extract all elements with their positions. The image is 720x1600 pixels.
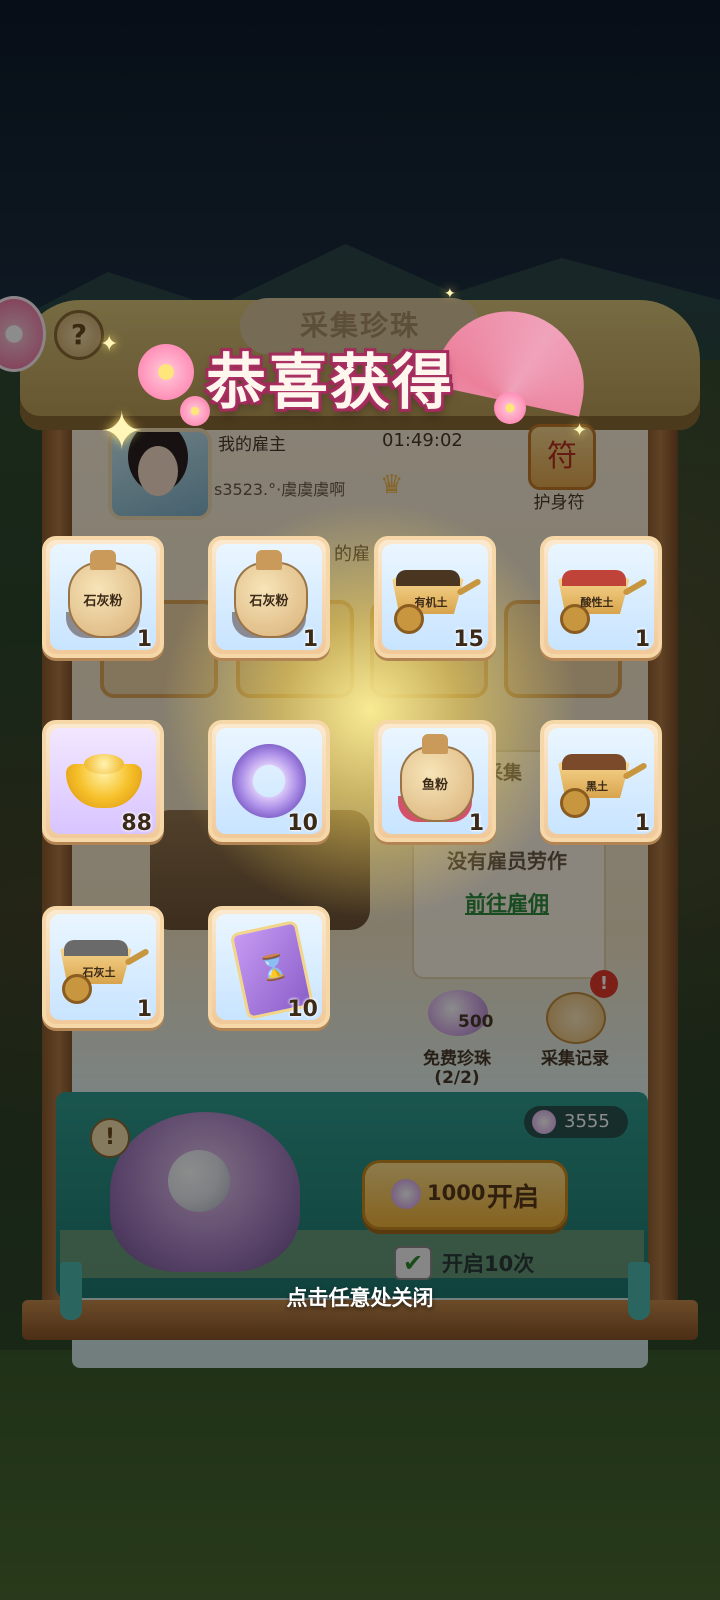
wheelbarrow-icon: 石灰土 [60,940,150,1004]
sparkle-icon: ✦ [100,402,144,462]
flower-icon [494,392,526,424]
reward-banner: 恭喜获得 [138,297,598,430]
reward-item-count: 1 [468,811,484,836]
wheelbarrow-icon: 有机土 [392,570,482,634]
reward-item-count: 1 [302,627,318,652]
reward-item-count: 88 [121,811,152,836]
flower-icon [138,344,194,400]
reward-item-label: 石灰粉 [83,594,123,609]
reward-item-label: 黑土 [586,780,608,793]
sack-icon-neck [256,550,282,570]
reward-item[interactable]: 石灰粉 1 [208,536,330,658]
reward-item-count: 1 [136,627,152,652]
reward-item-count: 10 [287,997,318,1022]
reward-item-count: 15 [453,627,484,652]
tap-to-close-hint[interactable]: 点击任意处关闭 [150,1282,570,1312]
reward-item-label: 石灰粉 [249,594,289,609]
wheelbarrow-icon: 酸性土 [558,570,648,634]
reward-item-label: 酸性土 [580,596,614,609]
wheelbarrow-icon: 黑土 [558,754,648,818]
reward-item[interactable]: 有机土 15 [374,536,496,658]
reward-item[interactable]: 石灰粉 1 [42,536,164,658]
reward-item[interactable]: 石灰土 1 [42,906,164,1028]
sack-icon-neck [422,734,448,754]
reward-item-count: 1 [136,997,152,1022]
sparkle-icon: ✦ [572,420,588,441]
hourglass-icon: ⌛ [255,950,292,985]
ring-icon [232,744,306,818]
reward-item[interactable]: 黑土 1 [540,720,662,842]
reward-item-count: 1 [634,811,650,836]
reward-item[interactable]: 88 [42,720,164,842]
reward-item-count: 10 [287,811,318,836]
reward-item-label: 石灰土 [82,966,116,979]
reward-item-label: 鱼粉 [421,778,448,793]
reward-item[interactable]: 酸性土 1 [540,536,662,658]
sparkle-icon: ✦ [444,286,456,302]
reward-item[interactable]: ⌛ 10 [208,906,330,1028]
reward-title: 恭喜获得 [206,348,454,418]
reward-item-label: 有机土 [414,596,448,609]
sack-icon-neck [90,550,116,570]
reward-item[interactable]: 10 [208,720,330,842]
sparkle-icon: ✦ [100,332,119,357]
reward-item-count: 1 [634,627,650,652]
reward-item[interactable]: 鱼粉 1 [374,720,496,842]
